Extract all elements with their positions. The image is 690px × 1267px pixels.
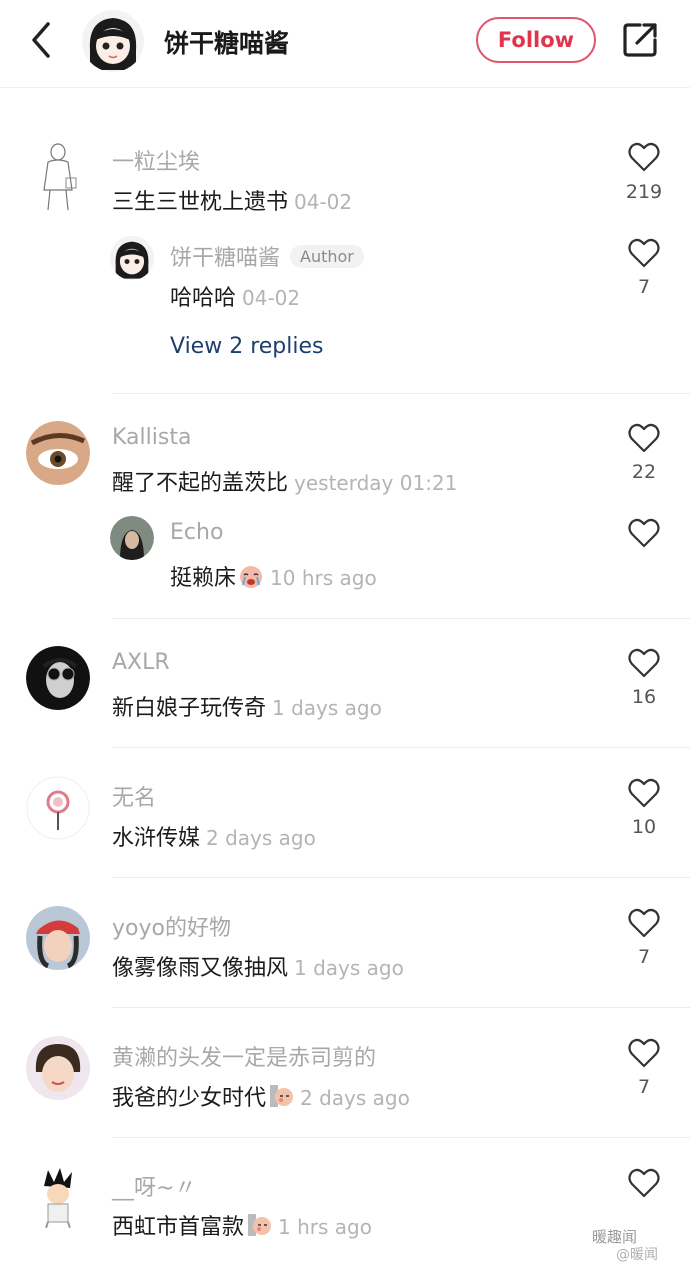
follow-button[interactable]: Follow [476, 17, 596, 63]
divider [112, 618, 690, 619]
comment-username[interactable]: __呀~〃 [112, 1170, 196, 1202]
comment-time: 1 days ago [272, 696, 382, 720]
divider [112, 1007, 690, 1008]
comment-text: 我爸的少女时代 2 days ago [112, 1080, 410, 1112]
share-icon[interactable] [620, 20, 660, 60]
comment-body: 三生三世枕上遗书 [112, 190, 289, 215]
like-count: 22 [631, 461, 657, 483]
back-arrow-icon[interactable] [22, 18, 62, 62]
comment-time: 04-02 [294, 190, 353, 214]
comment-body: 水浒传媒 [112, 826, 201, 851]
comment-text: 水浒传媒 2 days ago [112, 820, 316, 852]
comment-username[interactable]: yoyo的好物 [112, 910, 231, 942]
reply-text: 哈哈哈 04-02 [170, 280, 300, 312]
avatar[interactable] [26, 421, 90, 485]
reply-body: 挺赖床 [170, 566, 237, 591]
heart-icon[interactable] [628, 908, 660, 938]
comment-username[interactable]: 无名 [112, 780, 156, 812]
shy-emoji-icon [268, 1083, 294, 1109]
comment-time: 2 days ago [300, 1086, 410, 1110]
heart-icon[interactable] [628, 423, 660, 453]
like-count: 7 [637, 946, 651, 968]
divider [112, 877, 690, 878]
divider [112, 747, 690, 748]
avatar[interactable] [26, 776, 90, 840]
comment-username[interactable]: 黄濑的头发一定是赤司剪的 [112, 1040, 376, 1072]
like-count: 219 [625, 181, 663, 203]
reply-username[interactable]: Echo [170, 520, 223, 545]
divider [112, 393, 690, 394]
avatar[interactable] [26, 1166, 90, 1230]
avatar[interactable] [26, 1036, 90, 1100]
avatar[interactable] [26, 646, 90, 710]
avatar[interactable] [26, 906, 90, 970]
reply-body: 哈哈哈 [170, 286, 237, 311]
comment-body: 新白娘子玩传奇 [112, 696, 267, 721]
reply-username-text: 饼干糖喵酱 [170, 246, 281, 271]
avatar[interactable] [110, 516, 154, 560]
reply-text: 挺赖床 10 hrs ago [170, 560, 377, 592]
watermark-handle: @暖闻 [616, 1247, 658, 1263]
comment-text: 新白娘子玩传奇 1 days ago [112, 690, 382, 722]
page-title: 饼干糖喵酱 [164, 29, 290, 58]
comment-time: 2 days ago [206, 826, 316, 850]
comment-time: 1 hrs ago [278, 1215, 372, 1239]
avatar[interactable] [26, 140, 90, 212]
like-count: 7 [637, 1076, 651, 1098]
comment-text: 醒了不起的盖茨比 yesterday 01:21 [112, 465, 457, 497]
comment-body: 西虹市首富款 [112, 1215, 245, 1240]
crying-emoji-icon [238, 563, 264, 589]
comment-text: 三生三世枕上遗书 04-02 [112, 184, 352, 216]
comment-body: 像雾像雨又像抽风 [112, 956, 289, 981]
heart-icon[interactable] [628, 1038, 660, 1068]
like-count: 16 [631, 686, 657, 708]
comment-time: 1 days ago [294, 956, 404, 980]
comment-username[interactable]: Kallista [112, 425, 191, 450]
top-bar: 饼干糖喵酱 Follow [0, 0, 690, 88]
comment-body: 我爸的少女时代 [112, 1086, 267, 1111]
comment-time: yesterday 01:21 [294, 471, 458, 495]
heart-icon[interactable] [628, 238, 660, 268]
avatar[interactable] [110, 236, 154, 280]
heart-icon[interactable] [628, 142, 660, 172]
comment-text: 西虹市首富款 1 hrs ago [112, 1209, 372, 1241]
author-badge: Author [290, 245, 364, 268]
reply-time: 04-02 [242, 286, 301, 310]
like-count: 10 [631, 816, 657, 838]
heart-icon[interactable] [628, 778, 660, 808]
comment-body: 醒了不起的盖茨比 [112, 471, 289, 496]
view-replies-link[interactable]: View 2 replies [170, 334, 323, 359]
comment-username[interactable]: 一粒尘埃 [112, 144, 200, 176]
shy-emoji-icon [246, 1212, 272, 1238]
reply-username[interactable]: 饼干糖喵酱 Author [170, 240, 364, 272]
comment-username[interactable]: AXLR [112, 650, 170, 675]
profile-avatar[interactable] [82, 10, 144, 72]
divider [112, 1137, 690, 1138]
comment-text: 像雾像雨又像抽风 1 days ago [112, 950, 404, 982]
like-count: 7 [637, 276, 651, 298]
heart-icon[interactable] [628, 1168, 660, 1198]
reply-time: 10 hrs ago [270, 566, 377, 590]
heart-icon[interactable] [628, 518, 660, 548]
heart-icon[interactable] [628, 648, 660, 678]
